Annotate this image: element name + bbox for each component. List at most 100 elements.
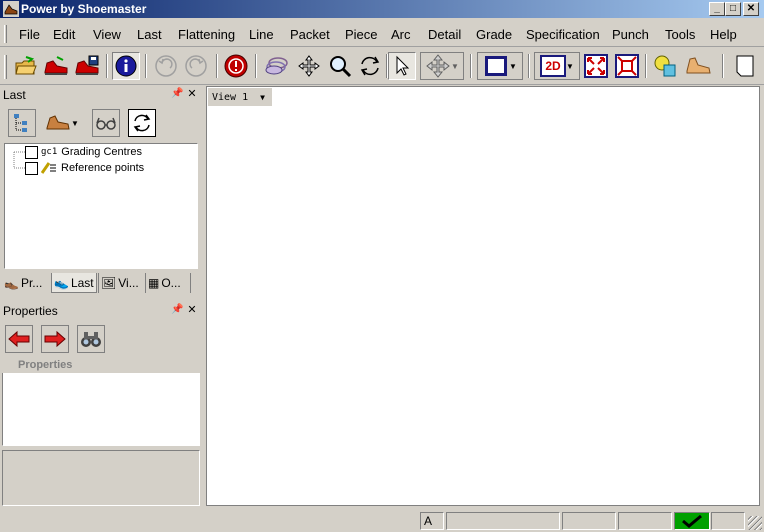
menu-edit[interactable]: Edit <box>53 27 75 42</box>
chevron-down-icon[interactable]: ▼ <box>260 93 265 102</box>
shapes-button[interactable] <box>651 52 679 80</box>
move-button[interactable] <box>295 52 323 80</box>
menu-packet[interactable]: Packet <box>290 27 330 42</box>
chevron-down-icon: ▼ <box>451 61 459 71</box>
toolbar-separator <box>106 54 108 78</box>
menu-line[interactable]: Line <box>249 27 274 42</box>
menu-file[interactable]: File <box>19 27 40 42</box>
tab-label: Pr... <box>20 276 43 290</box>
toolbar-separator <box>722 54 724 78</box>
status-bar: A <box>0 510 764 532</box>
rotate-icon <box>360 56 380 76</box>
color-dropdown[interactable]: ▼ <box>477 52 523 80</box>
rotate-button[interactable] <box>356 52 384 80</box>
status-ok-indicator[interactable] <box>674 512 710 530</box>
search-button[interactable] <box>77 325 105 353</box>
2d-mode-dropdown[interactable]: 2D ▼ <box>534 52 580 80</box>
tree-item-label: Grading Centres <box>61 146 142 158</box>
zoom-fit-icon <box>584 54 608 78</box>
undo-button[interactable] <box>152 52 180 80</box>
properties-panel-title: Properties <box>3 304 58 318</box>
arrow-left-icon <box>8 330 30 348</box>
redo-button[interactable] <box>182 52 210 80</box>
view-canvas[interactable]: View 1 ▼ <box>206 86 760 506</box>
last-shoe-icon: 👟 <box>54 275 69 290</box>
pin-icon[interactable]: 📌 <box>171 87 183 101</box>
close-icon[interactable]: ✕ <box>186 303 198 317</box>
refresh-button[interactable] <box>128 109 156 137</box>
tab-properties[interactable]: 👞 Pr... <box>2 273 50 293</box>
new-page-button[interactable] <box>731 52 759 80</box>
toolbar-separator <box>255 54 257 78</box>
layers-icon <box>265 57 288 75</box>
close-icon[interactable]: ✕ <box>186 87 198 101</box>
last-panel-header: Last 📌 ✕ <box>0 86 202 103</box>
resize-grip[interactable] <box>748 516 762 530</box>
tree-item-label: Reference points <box>61 162 145 174</box>
layers-button[interactable] <box>263 52 291 80</box>
zoom-extents-icon <box>615 54 639 78</box>
zoom-fit-button[interactable] <box>582 52 610 80</box>
back-button[interactable] <box>5 325 33 353</box>
compare-button[interactable] <box>92 109 120 137</box>
shoe-type-dropdown[interactable]: ▼ <box>44 109 80 137</box>
red-shoe-button[interactable] <box>42 52 70 80</box>
menu-tools[interactable]: Tools <box>665 27 695 42</box>
close-button[interactable]: ✕ <box>743 2 759 16</box>
shoe-red-icon: 👞 <box>4 276 19 290</box>
open-button[interactable] <box>12 52 40 80</box>
last-panel-toolbar: ▼ <box>0 106 202 142</box>
tree-item-reference-points[interactable]: Reference points <box>25 160 144 176</box>
toolbar-separator <box>470 54 472 78</box>
reference-points-checkbox[interactable] <box>25 161 38 175</box>
stop-button[interactable] <box>222 52 250 80</box>
shapes-icon <box>654 55 676 77</box>
status-cell-mode: A <box>420 512 444 530</box>
grading-centres-checkbox[interactable] <box>25 145 38 159</box>
forward-button[interactable] <box>41 325 69 353</box>
tab-view[interactable]: 🖼 Vi... <box>98 273 144 293</box>
gc1-icon: gc1 <box>41 147 58 157</box>
toolbar-separator <box>216 54 218 78</box>
tree-view-button[interactable] <box>8 109 36 137</box>
maximize-button[interactable]: □ <box>725 2 741 16</box>
shoe-save-button[interactable] <box>73 52 101 80</box>
select-arrow-button[interactable] <box>388 52 416 80</box>
toolbar-separator <box>145 54 147 78</box>
menu-piece[interactable]: Piece <box>345 27 378 42</box>
menu-view[interactable]: View <box>93 27 121 42</box>
properties-section-header: Properties <box>2 357 200 373</box>
last-panel-title: Last <box>3 88 26 102</box>
menu-grade[interactable]: Grade <box>476 27 512 42</box>
zoom-extents-button[interactable] <box>613 52 641 80</box>
chevron-down-icon: ▼ <box>71 118 79 128</box>
toolbar-separator <box>645 54 647 78</box>
menu-help[interactable]: Help <box>710 27 737 42</box>
menu-last[interactable]: Last <box>137 27 162 42</box>
menu-arc[interactable]: Arc <box>391 27 411 42</box>
tree-item-grading-centres[interactable]: gc1 Grading Centres <box>25 144 142 160</box>
tab-last[interactable]: 👟 Last <box>51 273 97 293</box>
menu-punch[interactable]: Punch <box>612 27 649 42</box>
title-bar[interactable]: Power by Shoemaster _ □ ✕ <box>0 0 764 18</box>
zoom-button[interactable] <box>326 52 354 80</box>
menu-specification[interactable]: Specification <box>526 27 600 42</box>
toolbar-separator <box>528 54 530 78</box>
menu-grip[interactable] <box>4 25 7 43</box>
pin-icon[interactable]: 📌 <box>171 303 183 317</box>
minimize-button[interactable]: _ <box>709 2 725 16</box>
pan-dropdown[interactable]: ▼ <box>420 52 464 80</box>
arrow-right-icon <box>44 330 66 348</box>
tab-objects[interactable]: ▦ O... <box>145 273 191 293</box>
view-tab[interactable]: View 1 ▼ <box>208 88 272 106</box>
window-title: Power by Shoemaster <box>21 2 147 16</box>
info-button[interactable] <box>112 52 140 80</box>
properties-description-area <box>2 450 200 506</box>
grid-icon: ▦ <box>148 276 160 290</box>
last-tree-view[interactable]: gc1 Grading Centres Reference points <box>4 143 198 269</box>
pan-icon <box>426 54 450 78</box>
menu-detail[interactable]: Detail <box>428 27 461 42</box>
menu-flattening[interactable]: Flattening <box>178 27 235 42</box>
toolbar-grip[interactable] <box>4 55 7 79</box>
last-shoe-button[interactable] <box>684 52 712 80</box>
